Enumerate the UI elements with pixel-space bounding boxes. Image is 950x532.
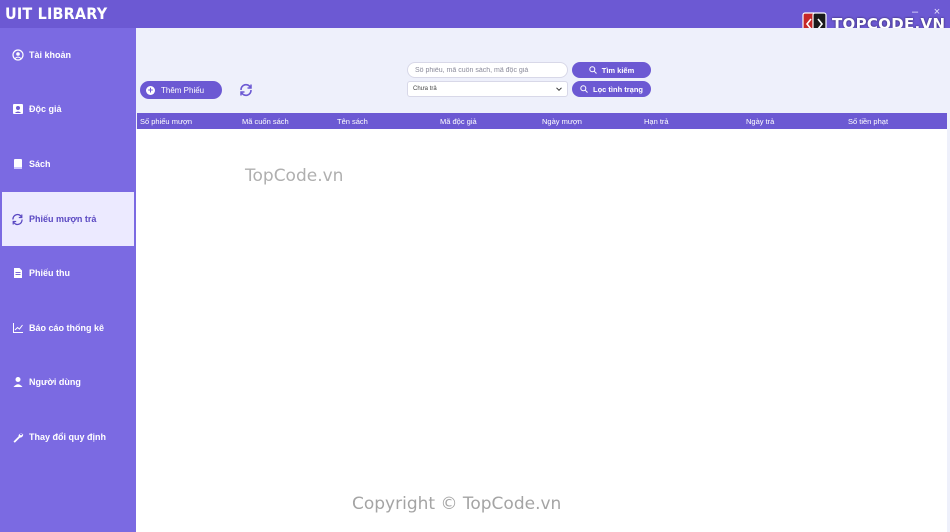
search-button[interactable]: Tìm kiếm bbox=[572, 62, 651, 78]
filter-status-button[interactable]: Lọc tình trạng bbox=[572, 81, 651, 97]
sidebar-item-label: Phiếu mượn trả bbox=[29, 214, 97, 224]
document-icon bbox=[11, 267, 24, 280]
column-header[interactable]: Hạn trả bbox=[644, 117, 669, 126]
sidebar-item-users[interactable]: Người dùng bbox=[0, 355, 134, 409]
sidebar-item-label: Phiếu thu bbox=[29, 268, 70, 278]
search-button-label: Tìm kiếm bbox=[601, 65, 635, 75]
plus-icon: + bbox=[146, 84, 155, 95]
watermark-copyright: Copyright © TopCode.vn bbox=[352, 494, 562, 514]
chart-icon bbox=[11, 322, 24, 335]
column-header[interactable]: Mã cuốn sách bbox=[242, 117, 289, 126]
sidebar-item-label: Thay đổi quy định bbox=[29, 432, 106, 442]
column-header[interactable]: Ngày mượn bbox=[542, 117, 582, 126]
sidebar: Tài khoản Độc giả Sách Phiếu mượn trả Ph… bbox=[0, 28, 134, 532]
watermark-center: TopCode.vn bbox=[245, 166, 344, 186]
sidebar-item-label: Người dùng bbox=[29, 377, 81, 387]
user-icon bbox=[11, 376, 24, 389]
sidebar-item-account[interactable]: Tài khoản bbox=[0, 28, 134, 82]
sidebar-item-receipts[interactable]: Phiếu thu bbox=[0, 246, 134, 300]
table-header: Số phiếu mượn Mã cuốn sách Tên sách Mã đ… bbox=[137, 113, 947, 129]
sidebar-item-label: Báo cáo thống kê bbox=[29, 323, 105, 333]
sidebar-item-label: Sách bbox=[29, 159, 51, 169]
sidebar-item-label: Độc giả bbox=[29, 104, 62, 114]
sidebar-item-loans[interactable]: Phiếu mượn trả bbox=[2, 192, 134, 246]
column-header[interactable]: Tên sách bbox=[337, 117, 368, 126]
sidebar-item-rules[interactable]: Thay đổi quy định bbox=[0, 410, 134, 464]
column-header[interactable]: Mã độc giả bbox=[440, 117, 477, 126]
chevron-down-icon bbox=[556, 87, 562, 92]
status-select-value: Chưa trả bbox=[413, 86, 437, 92]
column-header[interactable]: Số tiền phạt bbox=[848, 117, 888, 126]
refresh-icon bbox=[11, 213, 24, 226]
sidebar-item-readers[interactable]: Độc giả bbox=[0, 82, 134, 136]
search-icon bbox=[589, 66, 597, 74]
account-circle-icon bbox=[11, 49, 24, 62]
filter-button-label: Lọc tình trạng bbox=[593, 84, 643, 94]
sidebar-item-books[interactable]: Sách bbox=[0, 137, 134, 191]
refresh-icon bbox=[240, 83, 252, 97]
search-input[interactable] bbox=[407, 62, 568, 78]
table-body bbox=[136, 129, 947, 532]
add-loan-button[interactable]: + Thêm Phiếu bbox=[140, 81, 222, 99]
refresh-button[interactable] bbox=[238, 82, 254, 98]
wrench-icon bbox=[11, 431, 24, 444]
status-select[interactable]: Chưa trả bbox=[407, 81, 568, 97]
sidebar-item-reports[interactable]: Báo cáo thống kê bbox=[0, 301, 134, 355]
sidebar-item-label: Tài khoản bbox=[29, 50, 72, 60]
reader-badge-icon bbox=[11, 103, 24, 116]
add-loan-label: Thêm Phiếu bbox=[161, 85, 205, 95]
column-header[interactable]: Ngày trả bbox=[746, 117, 774, 126]
app-title: UIT LIBRARY bbox=[5, 4, 108, 23]
column-header[interactable]: Số phiếu mượn bbox=[140, 117, 192, 126]
book-icon bbox=[11, 158, 24, 171]
search-icon bbox=[580, 85, 588, 93]
